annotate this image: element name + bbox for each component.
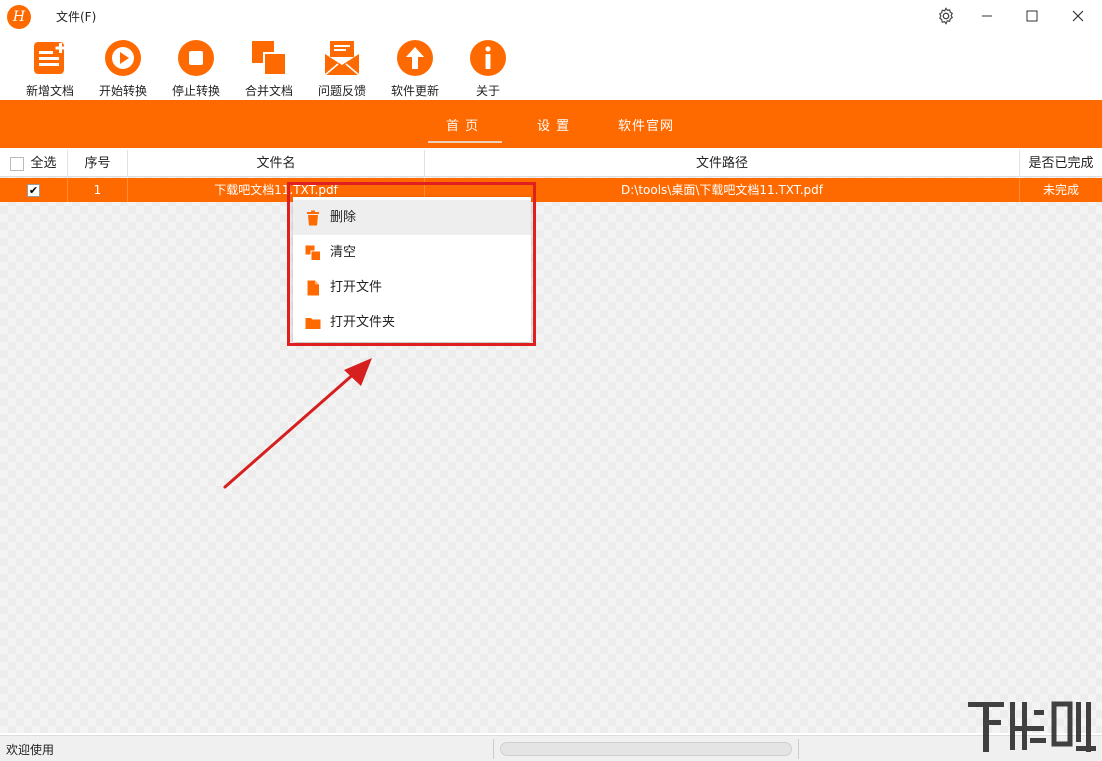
title-bar: H 文件(F) xyxy=(0,0,1102,34)
start-convert-label: 开始转换 xyxy=(98,84,147,98)
path-header: 文件路径 xyxy=(425,150,1020,177)
update-label: 软件更新 xyxy=(390,84,439,98)
feedback-icon xyxy=(324,41,360,76)
status-separator xyxy=(798,739,799,759)
nav-bar: 首 页 设 置 软件官网 xyxy=(0,100,1102,148)
feedback-button[interactable]: 问题反馈 xyxy=(312,38,372,99)
update-button[interactable]: 软件更新 xyxy=(385,38,445,99)
about-button[interactable]: 关于 xyxy=(458,38,518,99)
filename-header: 文件名 xyxy=(128,150,425,177)
done-header: 是否已完成 xyxy=(1028,156,1094,171)
minimize-icon[interactable] xyxy=(972,4,1002,28)
new-doc-button[interactable]: 新增文档 xyxy=(20,38,80,99)
tab-website[interactable]: 软件官网 xyxy=(618,115,674,134)
new-doc-icon xyxy=(34,42,66,74)
menu-file[interactable]: 文件(F) xyxy=(56,8,96,25)
merge-doc-label: 合并文档 xyxy=(244,84,293,98)
close-icon[interactable] xyxy=(1063,4,1093,28)
table-row[interactable]: ✔ 1 下载吧文档11.TXT.pdf D:\tools\桌面\下载吧文档11.… xyxy=(0,178,1102,202)
stop-convert-label: 停止转换 xyxy=(171,84,220,98)
table-header: 全选 序号 文件名 文件路径 是否已完成 xyxy=(0,150,1102,177)
upload-icon xyxy=(397,40,433,76)
file-table: 全选 序号 文件名 文件路径 是否已完成 ✔ 1 下载吧文档11.TXT.pdf… xyxy=(0,150,1102,733)
select-all-checkbox[interactable] xyxy=(10,156,25,171)
index-header: 序号 xyxy=(68,150,128,177)
info-icon xyxy=(470,40,506,76)
stop-convert-button[interactable]: 停止转换 xyxy=(166,38,226,99)
row-checkbox-cell[interactable]: ✔ xyxy=(0,178,68,202)
annotation-arrow xyxy=(223,358,372,489)
watermark-logo xyxy=(968,701,1096,752)
app-logo: H xyxy=(7,5,31,29)
row-status: 未完成 xyxy=(1042,183,1079,197)
status-bar: 欢迎使用 xyxy=(0,735,1102,761)
stop-icon xyxy=(178,40,214,76)
status-separator xyxy=(493,739,494,759)
play-icon xyxy=(105,40,141,76)
select-all-label: 全选 xyxy=(30,156,57,171)
tab-home[interactable]: 首 页 xyxy=(446,115,479,134)
progress-bar xyxy=(500,742,792,756)
active-tab-indicator xyxy=(428,141,502,143)
toolbar: 新增文档 开始转换 停止转换 合并文档 问题反馈 软件更新 关于 xyxy=(0,34,1102,98)
status-text: 欢迎使用 xyxy=(6,743,55,757)
select-all-header[interactable]: 全选 xyxy=(0,150,68,177)
feedback-label: 问题反馈 xyxy=(317,84,366,98)
new-doc-label: 新增文档 xyxy=(25,84,74,98)
merge-doc-button[interactable]: 合并文档 xyxy=(239,38,299,99)
annotation-highlight-box xyxy=(287,182,536,346)
row-index: 1 xyxy=(68,178,128,202)
start-convert-button[interactable]: 开始转换 xyxy=(93,38,153,99)
maximize-icon[interactable] xyxy=(1017,4,1047,28)
merge-icon xyxy=(252,41,287,76)
about-label: 关于 xyxy=(475,84,500,98)
row-checkbox[interactable]: ✔ xyxy=(27,184,40,197)
gear-icon[interactable] xyxy=(931,4,961,28)
tab-settings[interactable]: 设 置 xyxy=(537,115,570,134)
